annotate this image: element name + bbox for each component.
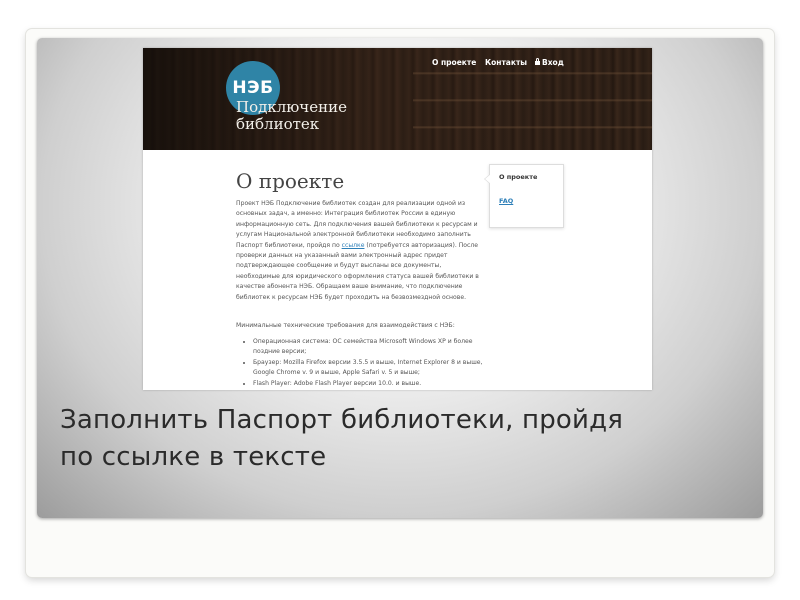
logo-text: НЭБ [232, 78, 274, 98]
site-title: Подключение библиотек [236, 99, 376, 133]
lock-icon [535, 58, 540, 65]
site-title-line1: Подключение [236, 98, 347, 116]
sidebar-item-faq[interactable]: FAQ [499, 197, 513, 205]
caption-line1: Заполнить Паспорт библиотеки, пройдя [60, 405, 624, 435]
requirements-intro: Минимальные технические требования для в… [236, 322, 455, 329]
nav-login-link[interactable]: Вход [535, 58, 564, 67]
list-item: Операционная система: ОС семейства Micro… [253, 337, 493, 357]
site-header: НЭБ Подключение библиотек О проекте Конт… [143, 48, 652, 150]
website-screenshot: НЭБ Подключение библиотек О проекте Конт… [143, 48, 652, 390]
nav-contacts-link[interactable]: Контакты [485, 58, 527, 67]
nav-about-link[interactable]: О проекте [432, 58, 476, 67]
site-title-line2: библиотек [236, 115, 320, 133]
sidebar-item-about[interactable]: О проекте [499, 173, 537, 181]
requirements-list: Операционная система: ОС семейства Micro… [243, 337, 493, 390]
paragraph-text-after: (потребуется авторизация). После проверк… [236, 241, 479, 301]
nav-login-label: Вход [542, 58, 564, 67]
intro-paragraph: Проект НЭБ Подключение библиотек создан … [236, 199, 481, 303]
passport-link[interactable]: ссылке [342, 242, 365, 249]
list-item: Flash Player: Adobe Flash Player версии … [253, 379, 493, 389]
list-item: Браузер: Mozilla Firefox версии 3.5.5 и … [253, 358, 493, 378]
caption-line2: по ссылке в тексте [60, 442, 327, 472]
page-heading: О проекте [236, 169, 345, 193]
sidebar-menu: О проекте FAQ [484, 164, 564, 228]
slide-caption: Заполнить Паспорт библиотеки, пройдя по … [60, 402, 750, 476]
